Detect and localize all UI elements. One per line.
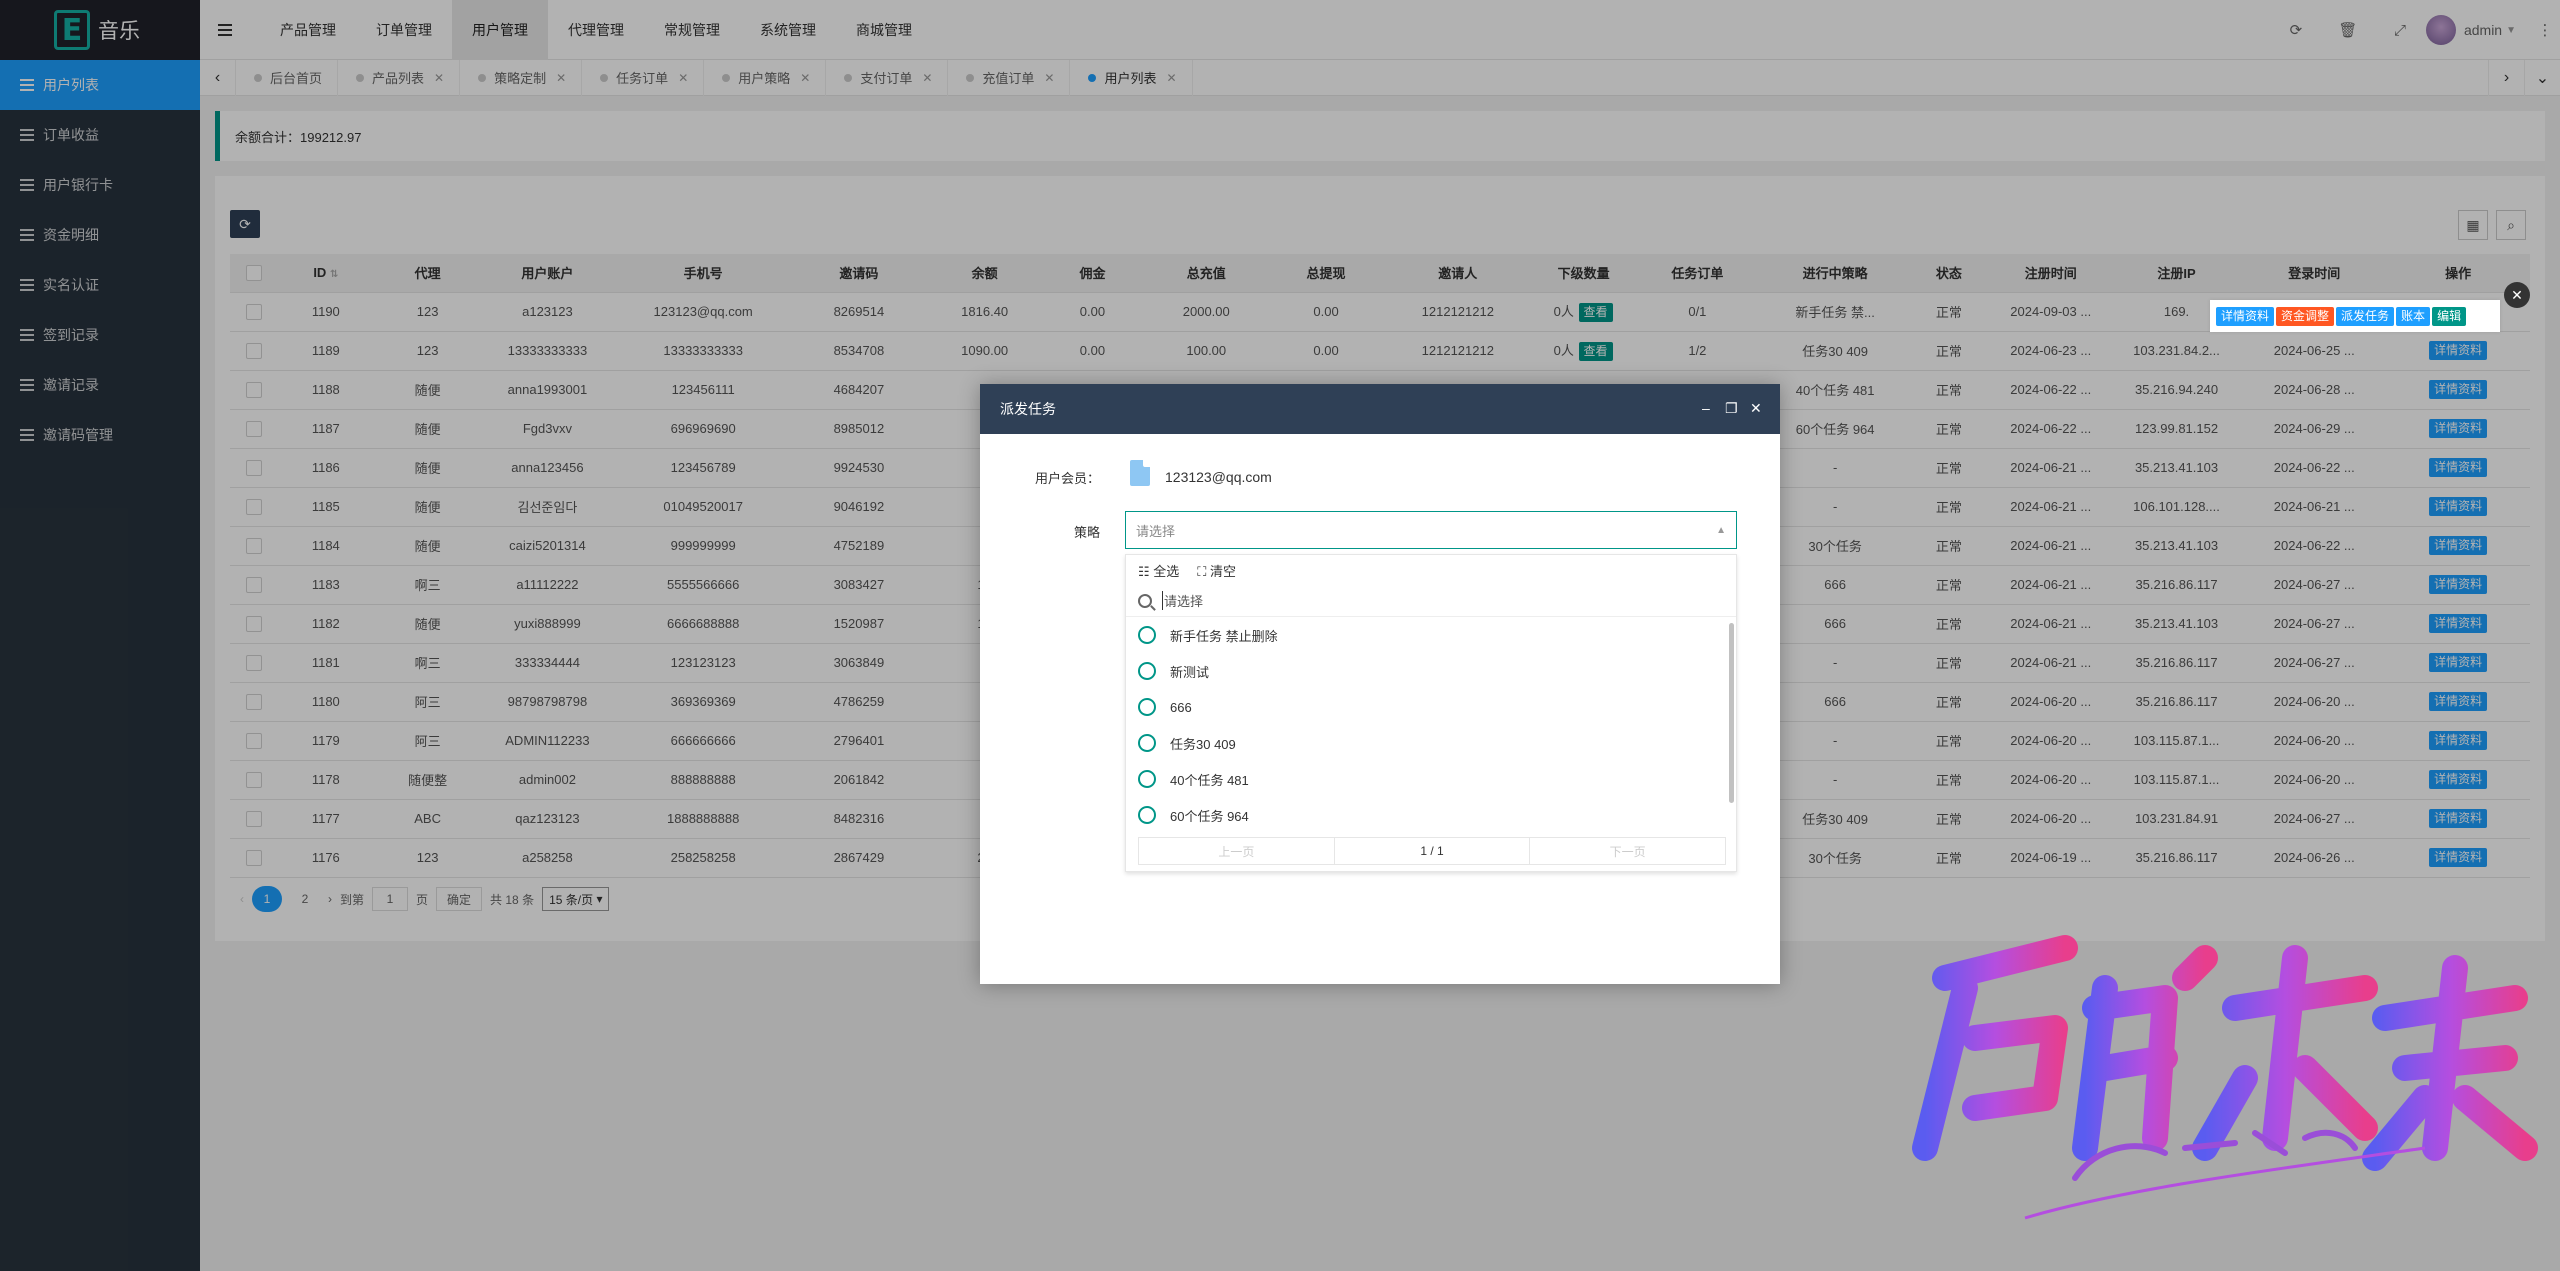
radio-icon (1138, 626, 1156, 644)
file-icon (1130, 460, 1150, 486)
close-icon[interactable]: ✕ (1750, 400, 1762, 417)
strategy-option[interactable]: 新测试 (1126, 653, 1736, 689)
ledger-button[interactable]: 账本 (2396, 306, 2431, 326)
modal-title: 派发任务 (1000, 401, 1056, 417)
minimize-icon[interactable]: – (1702, 400, 1710, 416)
radio-icon (1138, 806, 1156, 824)
edit-button[interactable]: 编辑 (2432, 306, 2467, 326)
member-value: 123123@qq.com (1165, 469, 1272, 485)
maximize-icon[interactable]: ❐ (1725, 400, 1738, 417)
strategy-dropdown: ☷ 全选 ⛶ 清空 请选择 新手任务 禁止删除 新测试 666 任务30 409 40个… (1125, 554, 1737, 872)
clear-button[interactable]: ⛶ 清空 (1197, 561, 1236, 580)
modal-header: 派发任务 – ❐ ✕ (980, 384, 1780, 434)
watermark-artwork (1912, 935, 2538, 1220)
strategy-option[interactable]: 60个任务 964 (1126, 797, 1736, 827)
dropdown-prev-page[interactable]: 上一页 (1139, 838, 1335, 864)
dropdown-pager: 上一页 1 / 1 下一页 (1138, 837, 1726, 865)
radio-icon (1138, 662, 1156, 680)
strategy-label: 策略 (1073, 525, 1100, 540)
close-icon[interactable]: ✕ (2504, 282, 2530, 308)
strategy-select[interactable]: 请选择 ▲ (1125, 511, 1737, 549)
strategy-option[interactable]: 40个任务 481 (1126, 761, 1736, 797)
search-icon (1138, 593, 1152, 608)
detail-button[interactable]: 详情资料 (2216, 306, 2275, 326)
strategy-option[interactable]: 任务30 409 (1126, 725, 1736, 761)
dispatch-task-button[interactable]: 派发任务 (2336, 306, 2395, 326)
dispatch-task-modal: 派发任务 – ❐ ✕ 用户会员： 123123@qq.com 策略 请选择 ▲ … (980, 384, 1780, 984)
strategy-option[interactable]: 新手任务 禁止删除 (1126, 617, 1736, 653)
scrollbar[interactable] (1729, 623, 1734, 803)
option-list: 新手任务 禁止删除 新测试 666 任务30 409 40个任务 481 60个任务 96… (1126, 617, 1736, 827)
fund-adjust-button[interactable]: 资金调整 (2276, 306, 2335, 326)
strategy-placeholder: 请选择 (1136, 523, 1176, 539)
chevron-up-icon: ▲ (1716, 525, 1726, 536)
radio-icon (1138, 734, 1156, 752)
strategy-option[interactable]: 666 (1126, 689, 1736, 725)
radio-icon (1138, 770, 1156, 788)
radio-icon (1138, 698, 1156, 716)
row-actions-popup: 详情资料 资金调整 派发任务 账本 编辑 (2210, 300, 2500, 332)
member-label: 用户会员： (1034, 471, 1100, 486)
dropdown-search-input[interactable]: 请选择 (1162, 591, 1203, 610)
dropdown-next-page[interactable]: 下一页 (1530, 838, 1725, 864)
select-all-button[interactable]: ☷ 全选 (1138, 561, 1179, 580)
dropdown-page-info: 1 / 1 (1335, 838, 1531, 864)
